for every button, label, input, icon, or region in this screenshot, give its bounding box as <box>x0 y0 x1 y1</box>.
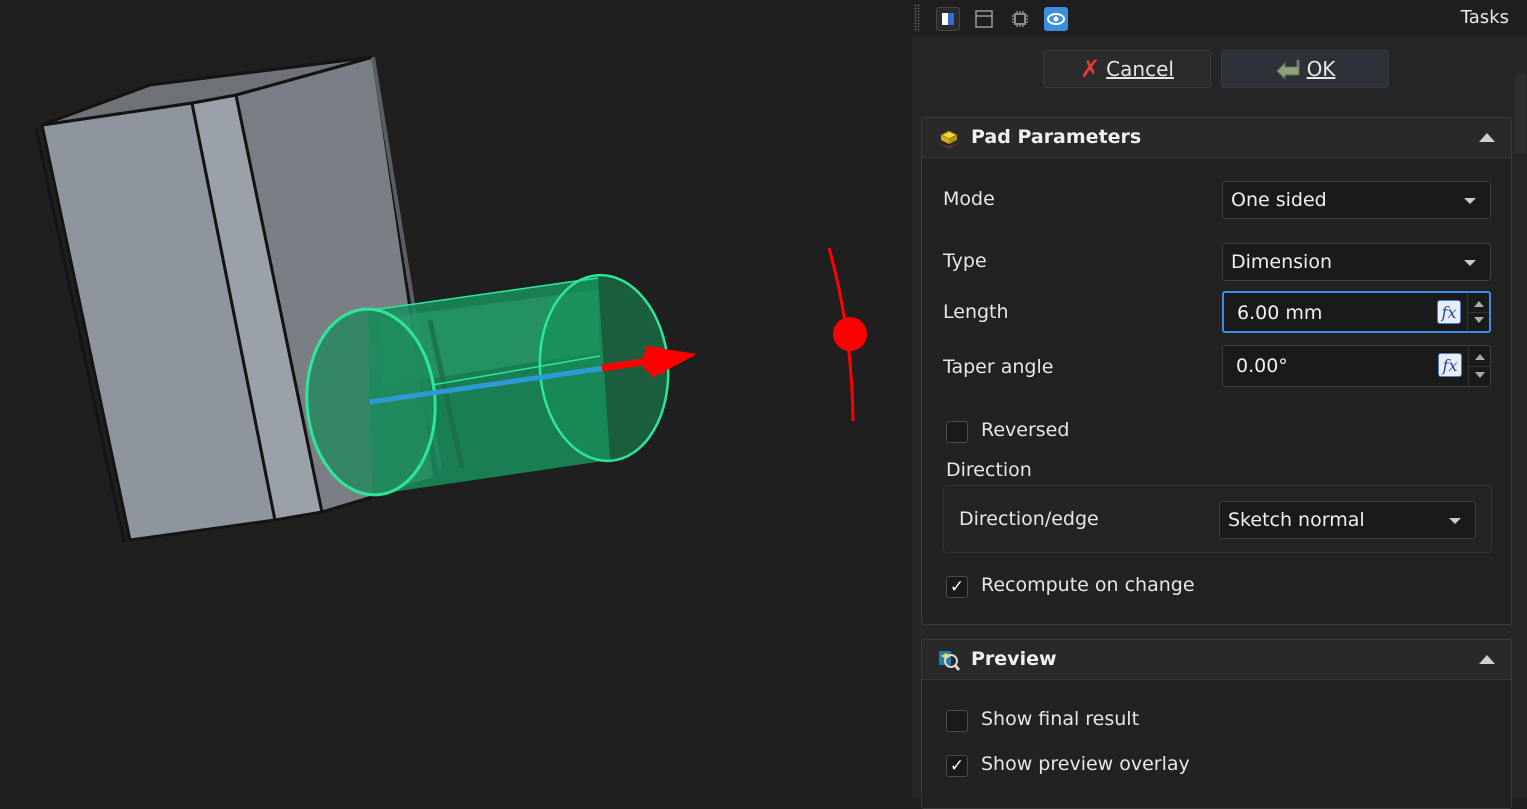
direction-edge-label: Direction/edge <box>959 508 1099 530</box>
direction-edge-dropdown[interactable]: Sketch normal <box>1219 501 1476 539</box>
ok-arrow-icon <box>1275 58 1301 81</box>
reversed-checkbox[interactable] <box>946 421 968 443</box>
ok-button[interactable]: OK <box>1221 50 1389 88</box>
chevron-down-icon <box>1464 260 1476 266</box>
toolbar-grip-handle[interactable] <box>914 4 920 32</box>
mode-value: One sided <box>1231 189 1327 211</box>
spin-up-icon[interactable] <box>1475 354 1485 360</box>
pad-parameters-section: Pad Parameters Mode One sided Type Dimen… <box>921 117 1512 625</box>
pad-icon <box>937 126 961 150</box>
direction-edge-value: Sketch normal <box>1228 509 1365 531</box>
taper-angle-label: Taper angle <box>943 356 1054 378</box>
reversed-label: Reversed <box>981 419 1070 441</box>
scrollbar-thumb[interactable] <box>1515 74 1526 154</box>
tasks-title: Tasks <box>1460 7 1509 28</box>
combo-view-icon[interactable] <box>936 7 960 31</box>
pad-parameters-header[interactable]: Pad Parameters <box>922 118 1511 158</box>
show-preview-overlay-label: Show preview overlay <box>981 753 1190 775</box>
mode-label: Mode <box>943 188 995 210</box>
preview-magnifier-icon <box>937 648 961 672</box>
preview-section: Preview Show final result ✓ Show preview… <box>921 639 1512 809</box>
chevron-down-icon <box>1449 518 1461 524</box>
check-icon: ✓ <box>949 756 965 776</box>
visibility-icon[interactable] <box>1044 7 1068 31</box>
taper-angle-input[interactable]: 0.00° fx <box>1222 345 1491 387</box>
check-icon: ✓ <box>949 577 965 597</box>
direction-group-label: Direction <box>946 459 1032 481</box>
model-view-icon[interactable] <box>972 7 996 31</box>
cancel-x-icon: ✗ <box>1080 55 1101 83</box>
type-dropdown[interactable]: Dimension <box>1222 243 1491 281</box>
cancel-label: Cancel <box>1106 57 1174 81</box>
cancel-button[interactable]: ✗ Cancel <box>1043 50 1211 88</box>
ok-label: OK <box>1306 57 1336 81</box>
show-final-result-checkbox[interactable] <box>946 710 968 732</box>
recompute-label: Recompute on change <box>981 574 1195 596</box>
preview-title: Preview <box>971 648 1057 670</box>
taper-angle-value: 0.00° <box>1236 355 1288 377</box>
task-panel: Tasks ✗ Cancel OK Pad Parameters Mode On… <box>912 0 1527 809</box>
3d-viewport[interactable] <box>0 0 912 798</box>
mode-dropdown[interactable]: One sided <box>1222 181 1491 219</box>
show-preview-overlay-checkbox[interactable]: ✓ <box>946 755 968 777</box>
collapse-preview-icon[interactable] <box>1479 655 1495 664</box>
expression-fx-icon[interactable]: fx <box>1437 300 1461 324</box>
settings-icon[interactable] <box>1008 7 1032 31</box>
spin-down-icon[interactable] <box>1475 372 1485 378</box>
pad-parameters-title: Pad Parameters <box>971 126 1142 148</box>
length-input[interactable]: 6.00 mm fx <box>1222 291 1491 333</box>
collapse-pad-icon[interactable] <box>1479 133 1495 142</box>
taper-angle-dragger[interactable] <box>827 247 867 422</box>
recompute-checkbox[interactable]: ✓ <box>946 576 968 598</box>
chevron-down-icon <box>1464 198 1476 204</box>
spin-up-icon[interactable] <box>1474 301 1484 307</box>
spin-divider <box>1467 312 1489 313</box>
length-label: Length <box>943 301 1009 323</box>
spin-divider <box>1468 366 1490 367</box>
show-final-result-label: Show final result <box>981 708 1140 730</box>
expression-fx-icon[interactable]: fx <box>1438 353 1462 377</box>
spin-down-icon[interactable] <box>1474 317 1484 323</box>
type-label: Type <box>943 250 987 272</box>
type-value: Dimension <box>1231 251 1332 273</box>
length-value: 6.00 mm <box>1237 302 1323 324</box>
task-panel-scrollbar[interactable] <box>1514 36 1527 798</box>
task-panel-toolbar: Tasks <box>912 0 1527 36</box>
3d-scene[interactable] <box>0 0 912 798</box>
direction-group: Direction/edge Sketch normal <box>943 485 1492 553</box>
preview-header[interactable]: Preview <box>922 640 1511 680</box>
